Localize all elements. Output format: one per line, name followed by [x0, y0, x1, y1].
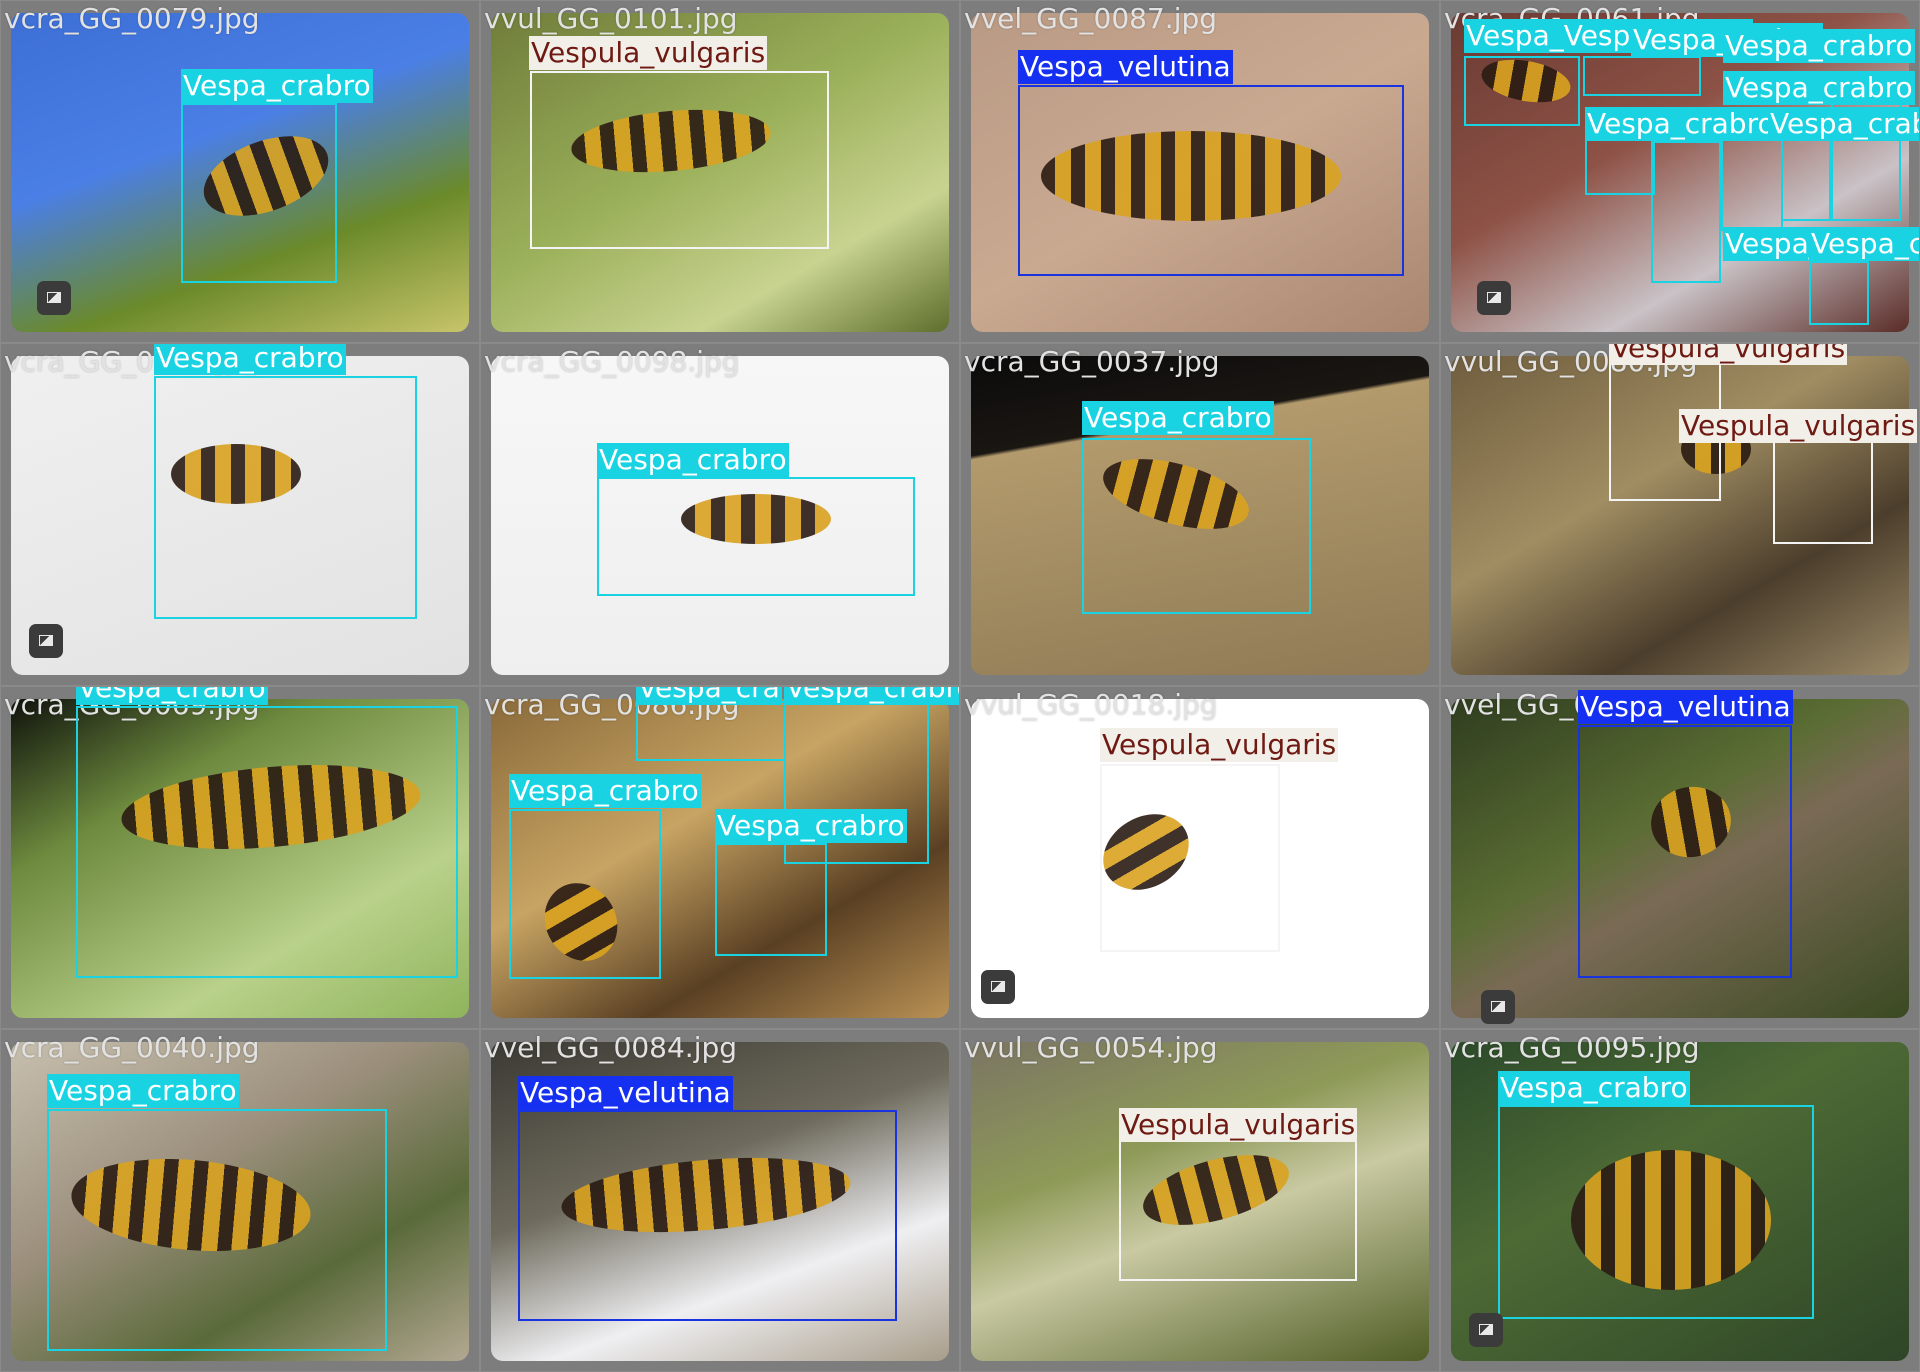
bounding-box	[597, 477, 915, 596]
image-tile[interactable]: vvul_GG_0018.jpg Vespula_vulgaris	[960, 686, 1440, 1029]
bounding-box	[47, 1109, 387, 1351]
filename-label: vvel_GG_0087.jpg	[964, 2, 1218, 35]
bounding-box	[636, 701, 786, 761]
bounding-box	[1082, 438, 1311, 614]
image-tile[interactable]: vcra_GG_0069.jpgVespa_crabro	[0, 686, 480, 1029]
detection-label: Vespula_vulgaris	[529, 36, 768, 70]
image-icon	[981, 970, 1015, 1004]
bounding-box	[518, 1110, 897, 1321]
bounding-box	[530, 71, 829, 249]
bounding-box	[1773, 441, 1873, 544]
detection-label: Vespa_crabro	[509, 774, 701, 808]
image-tile[interactable]: vvul_GG_0054.jpg Vespula_vulgaris	[960, 1029, 1440, 1372]
filename-label: vvul_GG_0054.jpg	[964, 1031, 1218, 1064]
image-tile[interactable]: vcra_GG_0040.jpg Vespa_crabro	[0, 1029, 480, 1372]
detection-label: Vespa_crabro	[1498, 1071, 1690, 1105]
detection-label: Vespa_crabro	[181, 69, 373, 103]
filename-label: vcra_GG_0098.jpg	[484, 345, 740, 378]
image-tile[interactable]: vvel_GG_0084.jpg Vespa_velutina	[480, 1029, 960, 1372]
detection-label: Vespa_crabro	[597, 443, 789, 477]
image-icon	[37, 281, 71, 315]
bounding-box	[715, 843, 827, 956]
image-icon	[1477, 281, 1511, 315]
filename-label: vvul_GG_0101.jpg	[484, 2, 738, 35]
detection-label: Vespa_cra	[636, 687, 782, 705]
detection-label: Vespa_crabro	[1723, 71, 1915, 105]
bounding-box	[1809, 261, 1869, 325]
detection-label: Vespa_crabro	[47, 1074, 239, 1108]
detection-label: Vespa_crabro	[1723, 29, 1915, 63]
detection-label: Vespula_vulgaris	[1609, 344, 1848, 365]
bounding-box	[1100, 764, 1280, 952]
filename-label: vcra_GG_0037.jpg	[964, 345, 1220, 378]
bounding-box	[1583, 56, 1701, 96]
image-tile[interactable]: vcra_GG_0061.jpgVespa_Vespa_crabroVespa_…	[1440, 0, 1920, 343]
bounding-box	[1578, 725, 1792, 978]
detection-label: Vespa_crabro	[154, 343, 346, 375]
image-tile[interactable]: vcra_GG_0086.jpg Vespa_cra Vespa_crabro Ves…	[480, 686, 960, 1029]
image-tile[interactable]: vvel_GG_0072.jpg Vespa_velutina	[1440, 686, 1920, 1029]
image-tile[interactable]: vvul_GG_0101.jpg Vespula_vulgaris	[480, 0, 960, 343]
filename-label: vcra_GG_0079.jpg	[4, 2, 260, 35]
detection-label: Vespa_crabro	[784, 687, 959, 705]
image-tile[interactable]: vcra_GG_0098.jpg Vespa_crabro	[480, 343, 960, 686]
detection-label: Vespa_velutina	[518, 1076, 733, 1110]
image-tile[interactable]: vvul_GG_0080.jpg Vespula_vulgaris Vespula_…	[1440, 343, 1920, 686]
bounding-box	[154, 376, 417, 619]
image-tile[interactable]: vcra_GG_0079.jpg Vespa_crabro	[0, 0, 480, 343]
filename-label: vcra_GG_0040.jpg	[4, 1031, 260, 1064]
detection-label: Vespa_crabro	[76, 687, 268, 705]
image-icon	[1469, 1313, 1503, 1347]
image-tile[interactable]: vvel_GG_0087.jpg Vespa_velutina	[960, 0, 1440, 343]
detection-label: Vespa_velutina	[1578, 690, 1793, 724]
detection-label: Vespa_crabro	[1585, 107, 1777, 141]
image-icon	[1481, 990, 1515, 1024]
image-tile[interactable]: vcra_GG_0095.jpg Vespa_crabro	[1440, 1029, 1920, 1372]
filename-label: vvul_GG_0018.jpg	[964, 688, 1218, 721]
mosaic-grid: vcra_GG_0079.jpg Vespa_crabro vvul_GG_0101…	[0, 0, 1920, 1372]
bounding-box	[181, 103, 337, 283]
image-tile[interactable]: vcra_GG_0021.jpg Vespa_crabro	[0, 343, 480, 686]
bounding-box	[1651, 141, 1721, 283]
bounding-box	[1498, 1105, 1814, 1319]
detection-label: Vespa_crabro	[1082, 401, 1274, 435]
detection-label: Vespa_crabro	[1809, 227, 1919, 261]
detection-label: Vespa_velutina	[1018, 50, 1233, 84]
filename-label: vcra_GG_0095.jpg	[1444, 1031, 1700, 1064]
detection-label: Vespula_vulgaris	[1100, 728, 1339, 762]
image-icon	[29, 624, 63, 658]
bounding-box	[1464, 56, 1580, 126]
detection-label: Vespula_vulgaris	[1679, 409, 1918, 443]
bounding-box	[1018, 85, 1404, 276]
bounding-box	[509, 809, 661, 979]
filename-label: vvel_GG_0084.jpg	[484, 1031, 738, 1064]
detection-label: Vespa_crabro	[715, 809, 907, 843]
bounding-box	[76, 706, 458, 978]
detection-label: Vespula_vulgaris	[1119, 1108, 1358, 1142]
image-tile[interactable]: vcra_GG_0037.jpg Vespa_crabro	[960, 343, 1440, 686]
detection-label: Vespa_crabro	[1768, 107, 1919, 141]
